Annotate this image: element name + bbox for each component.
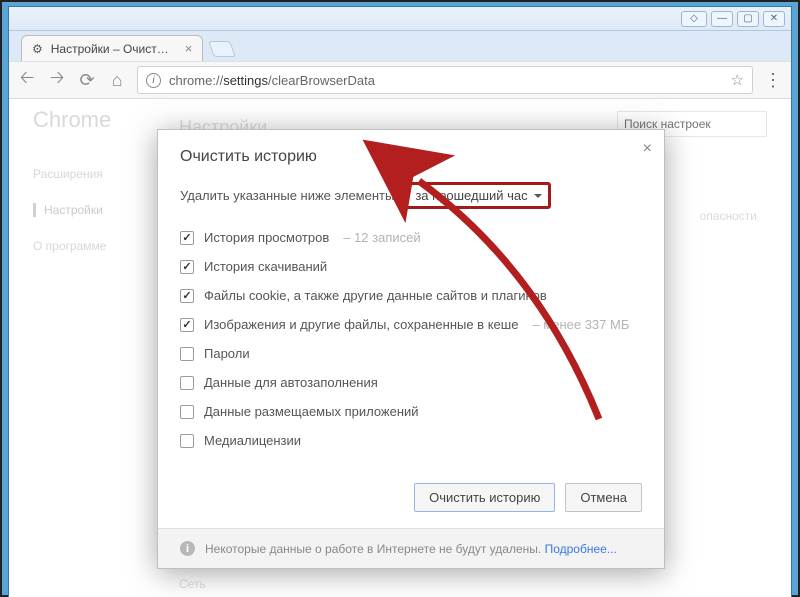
learn-more-link[interactable]: Подробнее... [545, 542, 617, 556]
option-row-hostedapps[interactable]: Данные размещаемых приложений [180, 397, 642, 426]
maximize-button[interactable]: ▢ [737, 11, 759, 27]
checkbox-downloads[interactable] [180, 260, 194, 274]
dialog-close-button[interactable]: × [643, 140, 652, 158]
info-icon: i [180, 541, 195, 556]
page-content: Chrome Настройки Расширения Настройки О … [9, 99, 791, 597]
gear-icon: ⚙ [32, 42, 43, 56]
checkbox-medialicenses[interactable] [180, 434, 194, 448]
option-label: Данные для автозаполнения [204, 375, 378, 390]
sidebar-item-extensions[interactable]: Расширения [33, 167, 106, 181]
time-range-select[interactable]: за прошедший час [404, 182, 550, 209]
toolbar: 🡠 🡢 ⟳ ⌂ i chrome://settings/clearBrowser… [9, 61, 791, 99]
minimize-button[interactable]: — [711, 11, 733, 27]
omnibox[interactable]: i chrome://settings/clearBrowserData ☆ [137, 66, 753, 94]
chrome-window: ◇ — ▢ ✕ ⚙ Настройки – Очистить и × 🡠 🡢 ⟳… [8, 6, 792, 597]
checkbox-passwords[interactable] [180, 347, 194, 361]
url-text: chrome://settings/clearBrowserData [169, 73, 375, 88]
option-row-cache[interactable]: Изображения и другие файлы, сохраненные … [180, 310, 642, 339]
site-info-icon[interactable]: i [146, 73, 161, 88]
option-row-autofill[interactable]: Данные для автозаполнения [180, 368, 642, 397]
bg-footer-text: Сеть [179, 577, 206, 591]
clear-button[interactable]: Очистить историю [414, 483, 555, 512]
clear-data-dialog: Очистить историю × Удалить указанные ниж… [157, 129, 665, 569]
tab-strip: ⚙ Настройки – Очистить и × [9, 31, 791, 61]
cancel-button[interactable]: Отмена [565, 483, 642, 512]
dialog-prompt: Удалить указанные ниже элементы [180, 188, 394, 203]
checkbox-autofill[interactable] [180, 376, 194, 390]
forward-button[interactable]: 🡢 [47, 65, 67, 95]
sidebar-nav: Расширения Настройки О программе [33, 167, 106, 253]
option-label: Изображения и другие файлы, сохраненные … [204, 317, 518, 332]
brand-label: Chrome [33, 107, 111, 133]
option-label: Данные размещаемых приложений [204, 404, 419, 419]
dialog-title: Очистить историю [180, 148, 642, 166]
option-row-cookies[interactable]: Файлы cookie, а также другие данные сайт… [180, 281, 642, 310]
close-tab-icon[interactable]: × [185, 41, 193, 56]
user-icon[interactable]: ◇ [681, 11, 707, 27]
option-row-passwords[interactable]: Пароли [180, 339, 642, 368]
menu-button[interactable]: ⋮ [763, 70, 783, 91]
sidebar-item-settings[interactable]: Настройки [33, 203, 106, 217]
option-row-medialicenses[interactable]: Медиалицензии [180, 426, 642, 455]
option-hint: – 12 записей [343, 230, 420, 245]
reload-button[interactable]: ⟳ [77, 70, 97, 91]
sidebar-item-about[interactable]: О программе [33, 239, 106, 253]
option-hint: – менее 337 МБ [532, 317, 629, 332]
option-label: Файлы cookie, а также другие данные сайт… [204, 288, 547, 303]
home-button[interactable]: ⌂ [107, 70, 127, 91]
checkbox-hostedapps[interactable] [180, 405, 194, 419]
option-label: История просмотров [204, 230, 329, 245]
titlebar: ◇ — ▢ ✕ [9, 7, 791, 31]
option-row-downloads[interactable]: История скачиваний [180, 252, 642, 281]
checkbox-cookies[interactable] [180, 289, 194, 303]
new-tab-button[interactable] [208, 41, 236, 57]
bookmark-star-icon[interactable]: ☆ [731, 71, 744, 89]
tab-settings[interactable]: ⚙ Настройки – Очистить и × [21, 35, 203, 61]
back-button[interactable]: 🡠 [17, 65, 37, 95]
option-row-history[interactable]: История просмотров – 12 записей [180, 223, 642, 252]
bg-text-security: опасности [700, 209, 757, 223]
footer-text: Некоторые данные о работе в Интернете не… [205, 542, 541, 556]
tab-title: Настройки – Очистить и [51, 42, 171, 56]
option-label: Пароли [204, 346, 250, 361]
option-label: История скачиваний [204, 259, 327, 274]
option-label: Медиалицензии [204, 433, 301, 448]
dialog-footer: i Некоторые данные о работе в Интернете … [158, 528, 664, 568]
checkbox-history[interactable] [180, 231, 194, 245]
close-window-button[interactable]: ✕ [763, 11, 785, 27]
checkbox-cache[interactable] [180, 318, 194, 332]
